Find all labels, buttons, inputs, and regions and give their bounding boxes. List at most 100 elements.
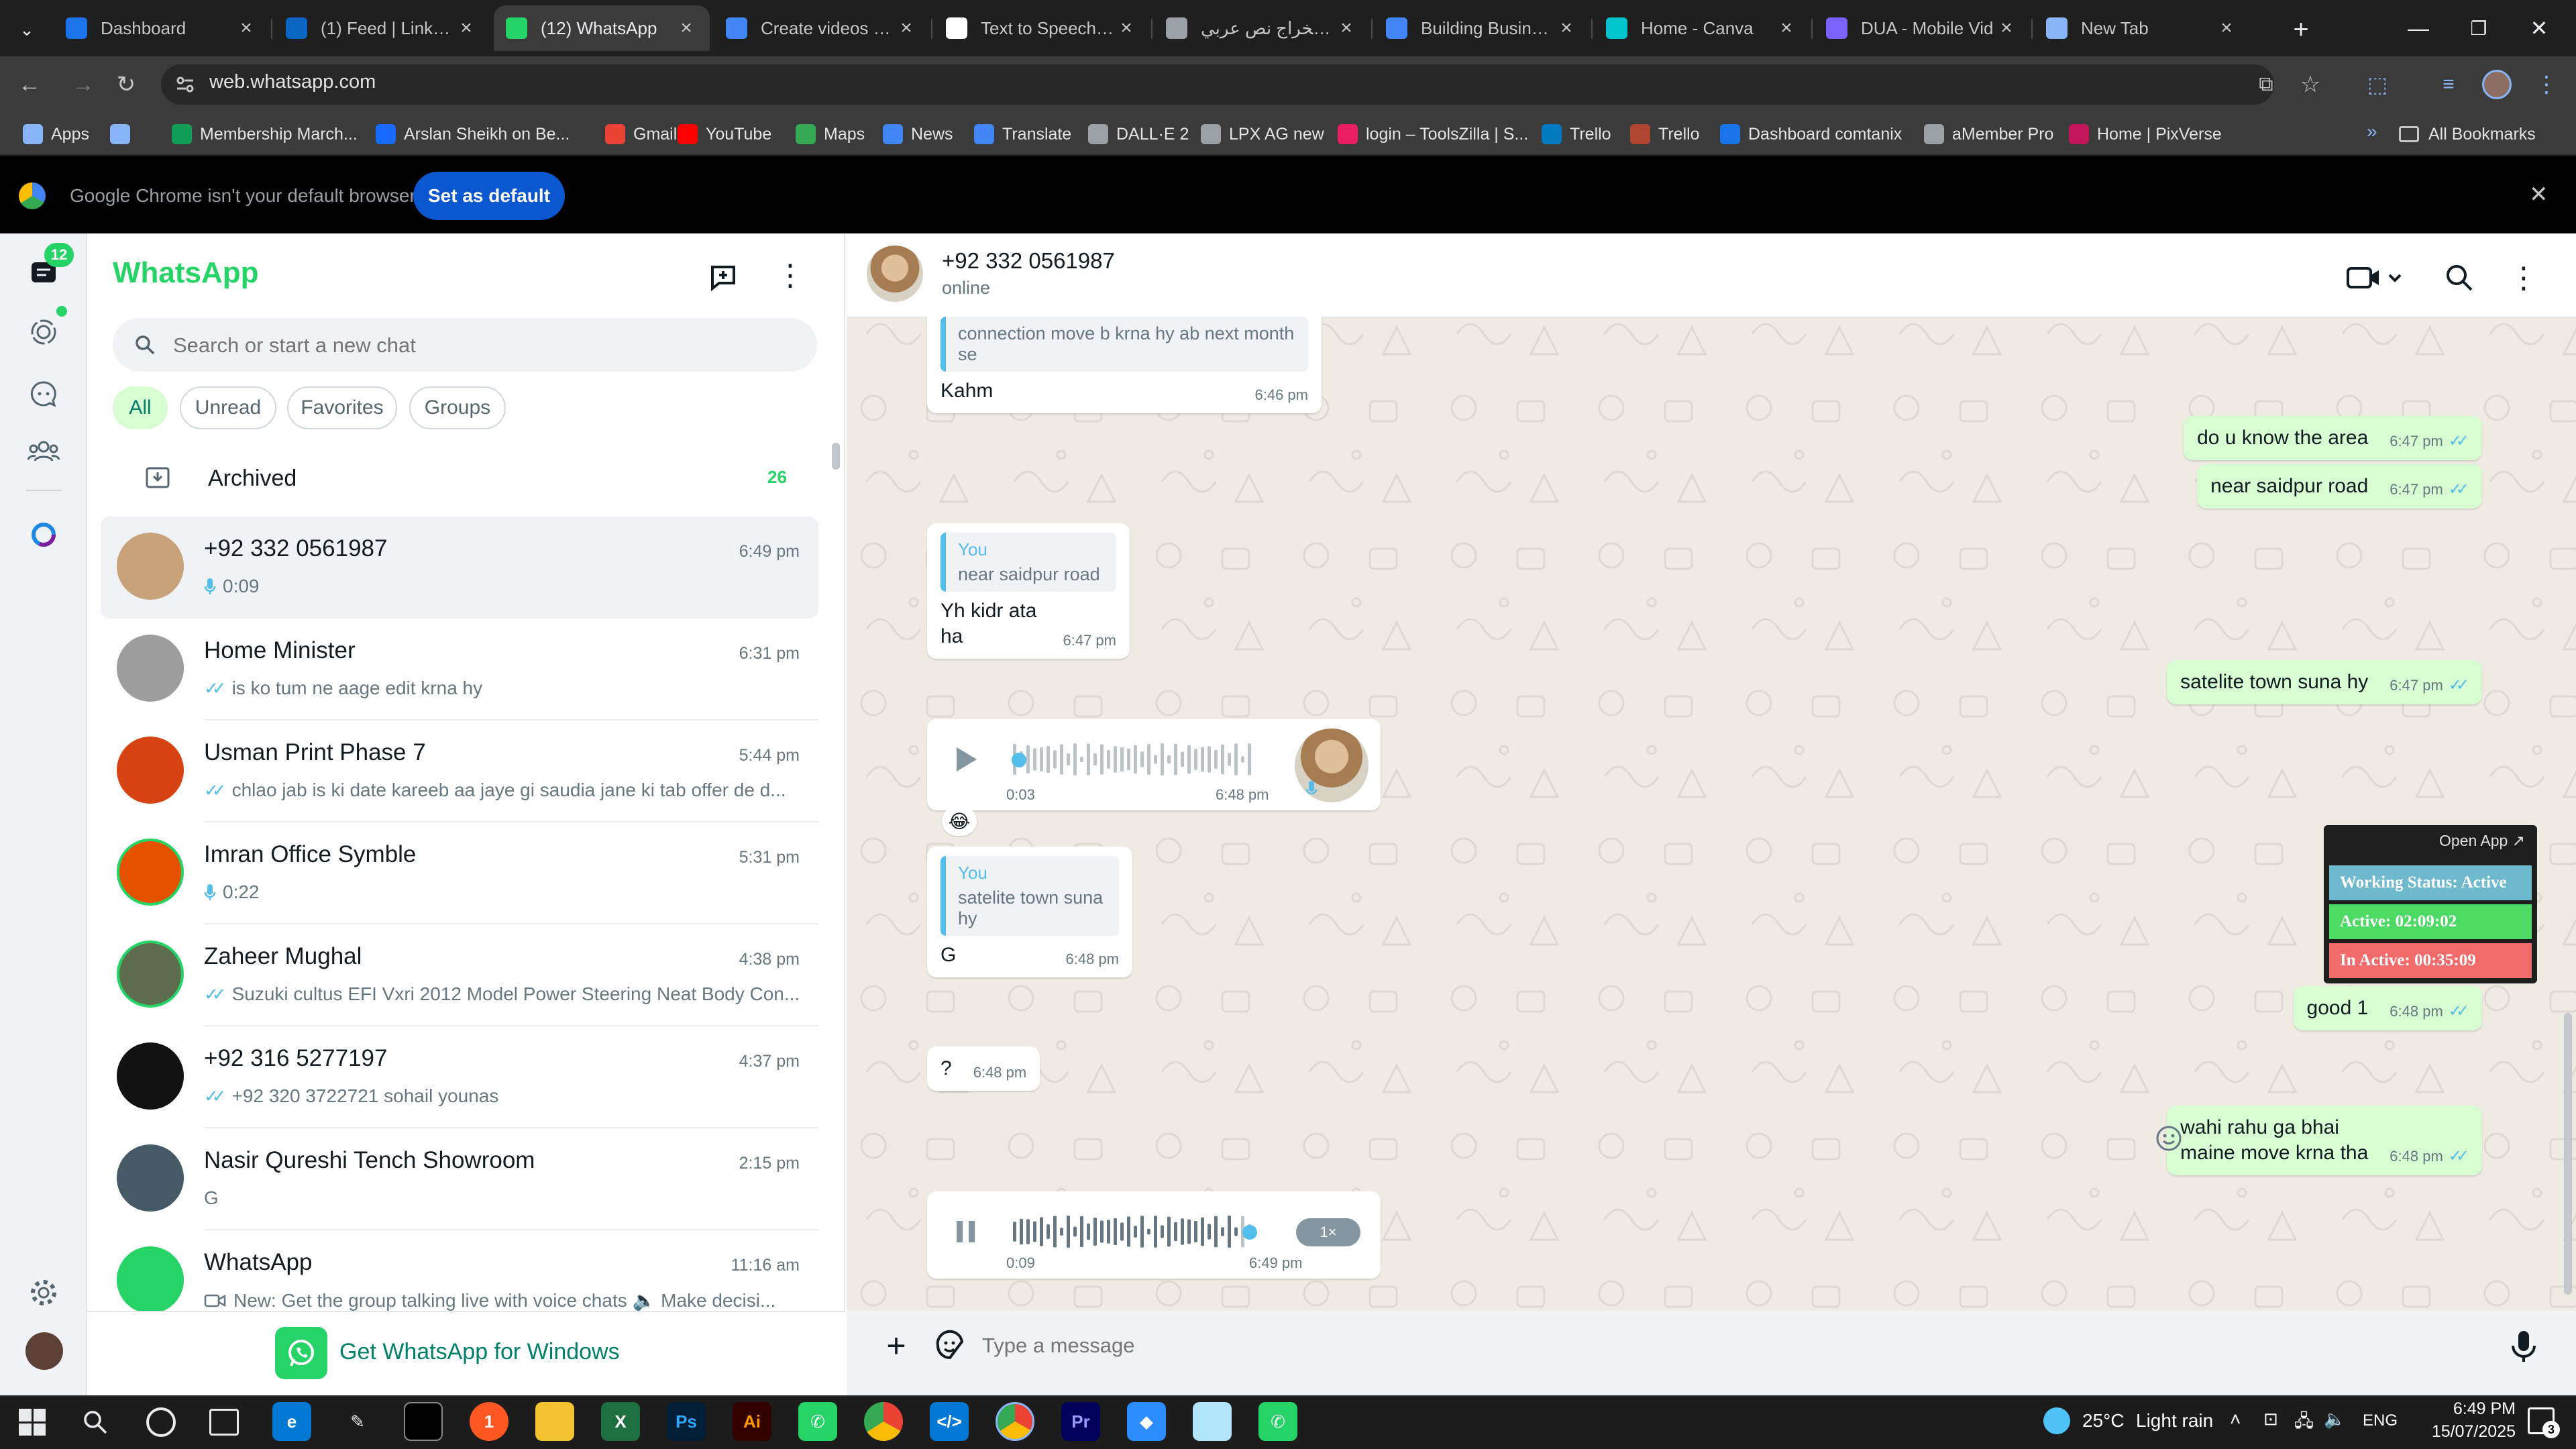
message-bubble[interactable]: You near saidpur road Yh kidr ata ha 6:47 p… <box>927 523 1130 659</box>
bookmark-item[interactable]: Dashboard comtanix <box>1720 119 1902 149</box>
address-bar[interactable] <box>161 64 2274 105</box>
file-explorer-icon[interactable] <box>535 1402 574 1441</box>
video-call-icon[interactable] <box>2345 262 2410 295</box>
chat-list-item[interactable]: Nasir Qureshi Tench Showroom 2:15 pm G <box>101 1128 818 1230</box>
windows-start-icon[interactable] <box>19 1409 46 1436</box>
filter-groups[interactable]: Groups <box>409 386 506 429</box>
bookmark-item[interactable]: Translate <box>974 119 1071 149</box>
profile-avatar[interactable] <box>2482 70 2512 99</box>
chat-list-menu-icon[interactable]: ⋮ <box>771 255 809 295</box>
browser-tab[interactable]: (12) WhatsApp × <box>494 5 710 51</box>
bookmark-star-icon[interactable]: ☆ <box>2290 64 2330 105</box>
terminal-icon[interactable] <box>404 1402 443 1441</box>
all-bookmarks[interactable]: All Bookmarks <box>2399 119 2536 149</box>
forward-arrow-icon[interactable]: → <box>63 64 103 105</box>
quoted-message[interactable]: You near saidpur road <box>941 533 1116 592</box>
tab-close-icon[interactable]: × <box>675 17 698 40</box>
excel-icon[interactable]: X <box>601 1402 640 1441</box>
banner-close-icon[interactable]: ✕ <box>2529 181 2548 208</box>
tab-close-icon[interactable]: × <box>1555 17 1578 40</box>
browser-tab[interactable]: Building Business × <box>1374 5 1590 51</box>
chrome-taskbar-icon[interactable] <box>864 1402 903 1441</box>
vscode-icon[interactable]: </> <box>930 1402 969 1441</box>
message-bubble[interactable]: You satelite town suna hy G 6:48 pm <box>927 847 1132 977</box>
tab-close-icon[interactable]: × <box>1775 17 1798 40</box>
my-profile-avatar[interactable] <box>25 1332 63 1370</box>
reaction-emoji[interactable]: 😂 <box>942 806 977 836</box>
bookmark-item[interactable]: Gmail <box>605 119 677 149</box>
bookmark-item[interactable]: Arslan Sheikh on Be... <box>376 119 570 149</box>
bookmark-item[interactable]: YouTube <box>678 119 771 149</box>
cortana-icon[interactable] <box>146 1407 176 1437</box>
install-app-icon[interactable]: ⧉ <box>2246 64 2286 105</box>
browser-tab[interactable]: DUA - Mobile Vid × <box>1814 5 2030 51</box>
browser-tab[interactable]: استخراج نص عربي × <box>1154 5 1370 51</box>
tab-close-icon[interactable]: × <box>1115 17 1138 40</box>
minimize-icon[interactable]: — <box>2388 0 2449 56</box>
app-with-badge-icon[interactable]: 1 <box>470 1402 508 1441</box>
chat-list-item[interactable]: +92 316 5277197 4:37 pm ✓✓ +92 320 3722721 … <box>101 1026 818 1128</box>
photoshop-icon[interactable]: Ps <box>667 1402 706 1441</box>
tab-close-icon[interactable]: × <box>1995 17 2018 40</box>
sticker-icon[interactable] <box>932 1328 967 1363</box>
voice-message[interactable]: 0:03 6:48 pm 😂 <box>927 719 1381 836</box>
illustrator-icon[interactable]: Ai <box>733 1402 771 1441</box>
network-icon[interactable]: 🖧 <box>2294 1409 2314 1438</box>
meta-ai-icon[interactable] <box>21 513 66 557</box>
microphone-icon[interactable] <box>2506 1326 2541 1366</box>
bookmark-item[interactable]: login – ToolsZilla | S... <box>1338 119 1528 149</box>
browser-tab[interactable]: Text to Speech | E × <box>934 5 1150 51</box>
tab-close-icon[interactable]: × <box>235 17 258 40</box>
playback-speed-button[interactable]: 1× <box>1296 1218 1360 1246</box>
bookmark-item[interactable]: Apps <box>23 119 89 149</box>
voice-waveform[interactable] <box>1013 741 1254 778</box>
app-icon-blue[interactable]: ◆ <box>1127 1402 1166 1441</box>
message-bubble[interactable]: satelite town suna hy 6:47 pm ✓✓ <box>2167 660 2482 704</box>
tray-app-icon[interactable]: ⊡ <box>2263 1409 2278 1430</box>
extensions-icon[interactable]: ⬚ <box>2357 64 2398 105</box>
site-info-icon[interactable] <box>173 72 197 97</box>
message-input[interactable] <box>982 1326 2458 1366</box>
edge-icon[interactable]: e <box>272 1402 311 1441</box>
chat-list-item[interactable]: Imran Office Symble 5:31 pm 0:22 <box>101 822 818 924</box>
chat-list-scrollbar[interactable] <box>832 443 840 470</box>
whatsapp-taskbar-icon[interactable]: ✆ <box>798 1402 837 1441</box>
weather-temp[interactable]: 25°C <box>2082 1410 2125 1432</box>
communities-icon[interactable] <box>21 429 66 474</box>
filter-unread[interactable]: Unread <box>180 386 276 429</box>
quoted-message[interactable]: connection move b krna hy ab next month … <box>941 317 1308 372</box>
browser-tab[interactable]: Create videos | Fr × <box>714 5 930 51</box>
url-text[interactable]: web.whatsapp.com <box>209 71 376 93</box>
message-bubble[interactable]: wahi rahu ga bhai maine move krna tha 6:4… <box>2167 1106 2482 1175</box>
search-input[interactable] <box>173 329 777 362</box>
chrome-menu-icon[interactable]: ⋮ <box>2526 64 2567 105</box>
media-controls-icon[interactable]: ≡ <box>2428 64 2469 105</box>
message-bubble[interactable]: connection move b krna hy ab next month … <box>927 307 1322 413</box>
bookmark-item[interactable]: aMember Pro <box>1924 119 2053 149</box>
whatsapp-taskbar-icon-2[interactable]: ✆ <box>1258 1402 1297 1441</box>
channels-icon[interactable] <box>21 372 66 416</box>
tray-chevron-icon[interactable]: ˄ <box>2230 1409 2241 1430</box>
message-bubble[interactable]: near saidpur road 6:47 pm ✓✓ <box>2197 464 2482 508</box>
reload-icon[interactable]: ↻ <box>106 64 146 105</box>
tab-close-icon[interactable]: × <box>455 17 478 40</box>
browser-tab[interactable]: Dashboard × <box>54 5 270 51</box>
chat-list-item[interactable]: Zaheer Mughal 4:38 pm ✓✓ Suzuki cultus EFI … <box>101 924 818 1026</box>
task-view-icon[interactable] <box>209 1409 239 1436</box>
browser-tab[interactable]: New Tab × <box>2034 5 2250 51</box>
conversation-search-icon[interactable] <box>2442 260 2477 295</box>
message-bubble[interactable]: good 1 6:48 pm ✓✓ <box>2293 986 2482 1030</box>
bookmark-item[interactable]: DALL·E 2 <box>1088 119 1189 149</box>
bookmark-item[interactable]: Membership March... <box>172 119 358 149</box>
attach-plus-icon[interactable]: + <box>879 1327 914 1364</box>
window-close-icon[interactable]: ✕ <box>2509 0 2569 56</box>
language-indicator[interactable]: ENG <box>2363 1411 2398 1430</box>
chat-list-item[interactable]: Usman Print Phase 7 5:44 pm ✓✓ chlao jab is… <box>101 720 818 822</box>
tab-search-chevron-icon[interactable]: ⌄ <box>13 16 40 43</box>
taskbar-search-icon[interactable] <box>80 1407 110 1437</box>
bookmark-item[interactable]: Home | PixVerse <box>2069 119 2222 149</box>
pause-icon[interactable] <box>951 1216 981 1248</box>
tab-close-icon[interactable]: × <box>2215 17 2238 40</box>
more-bookmarks-chevron-icon[interactable]: » <box>2367 121 2377 142</box>
browser-tab[interactable]: (1) Feed | LinkedIn × <box>274 5 490 51</box>
